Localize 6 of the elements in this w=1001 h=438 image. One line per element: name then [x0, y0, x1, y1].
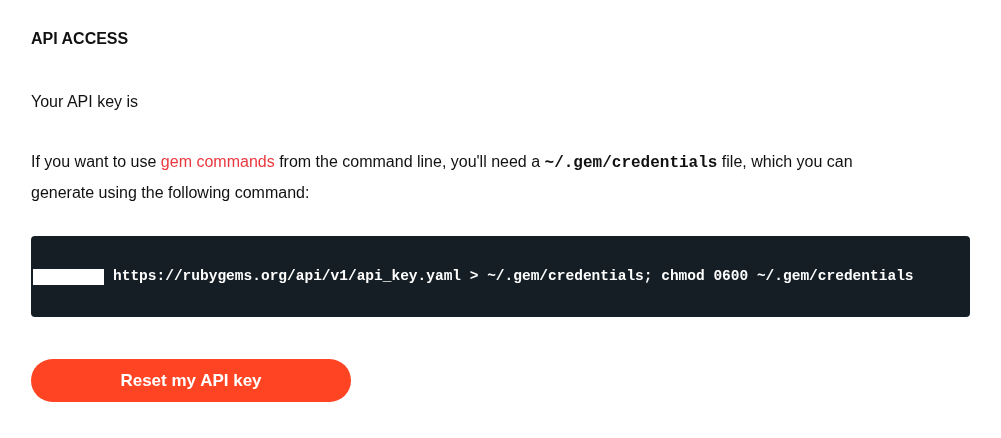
api-key-text: Your API key is: [31, 92, 140, 112]
gem-commands-link[interactable]: gem commands: [160, 153, 275, 170]
command-text: https://rubygems.org/api/v1/api_key.yaml > ~/.gem/credentials; chmod 0600 ~/.gem/credentials: [113, 266, 914, 286]
section-heading: API ACCESS: [31, 29, 130, 49]
instructions-paragraph: If you want to use gem commands from the command line, you'll need a ~/.gem/credentials file, which you can generate using the following command:: [31, 152, 854, 203]
reset-api-key-button[interactable]: Reset my API key: [31, 359, 351, 402]
